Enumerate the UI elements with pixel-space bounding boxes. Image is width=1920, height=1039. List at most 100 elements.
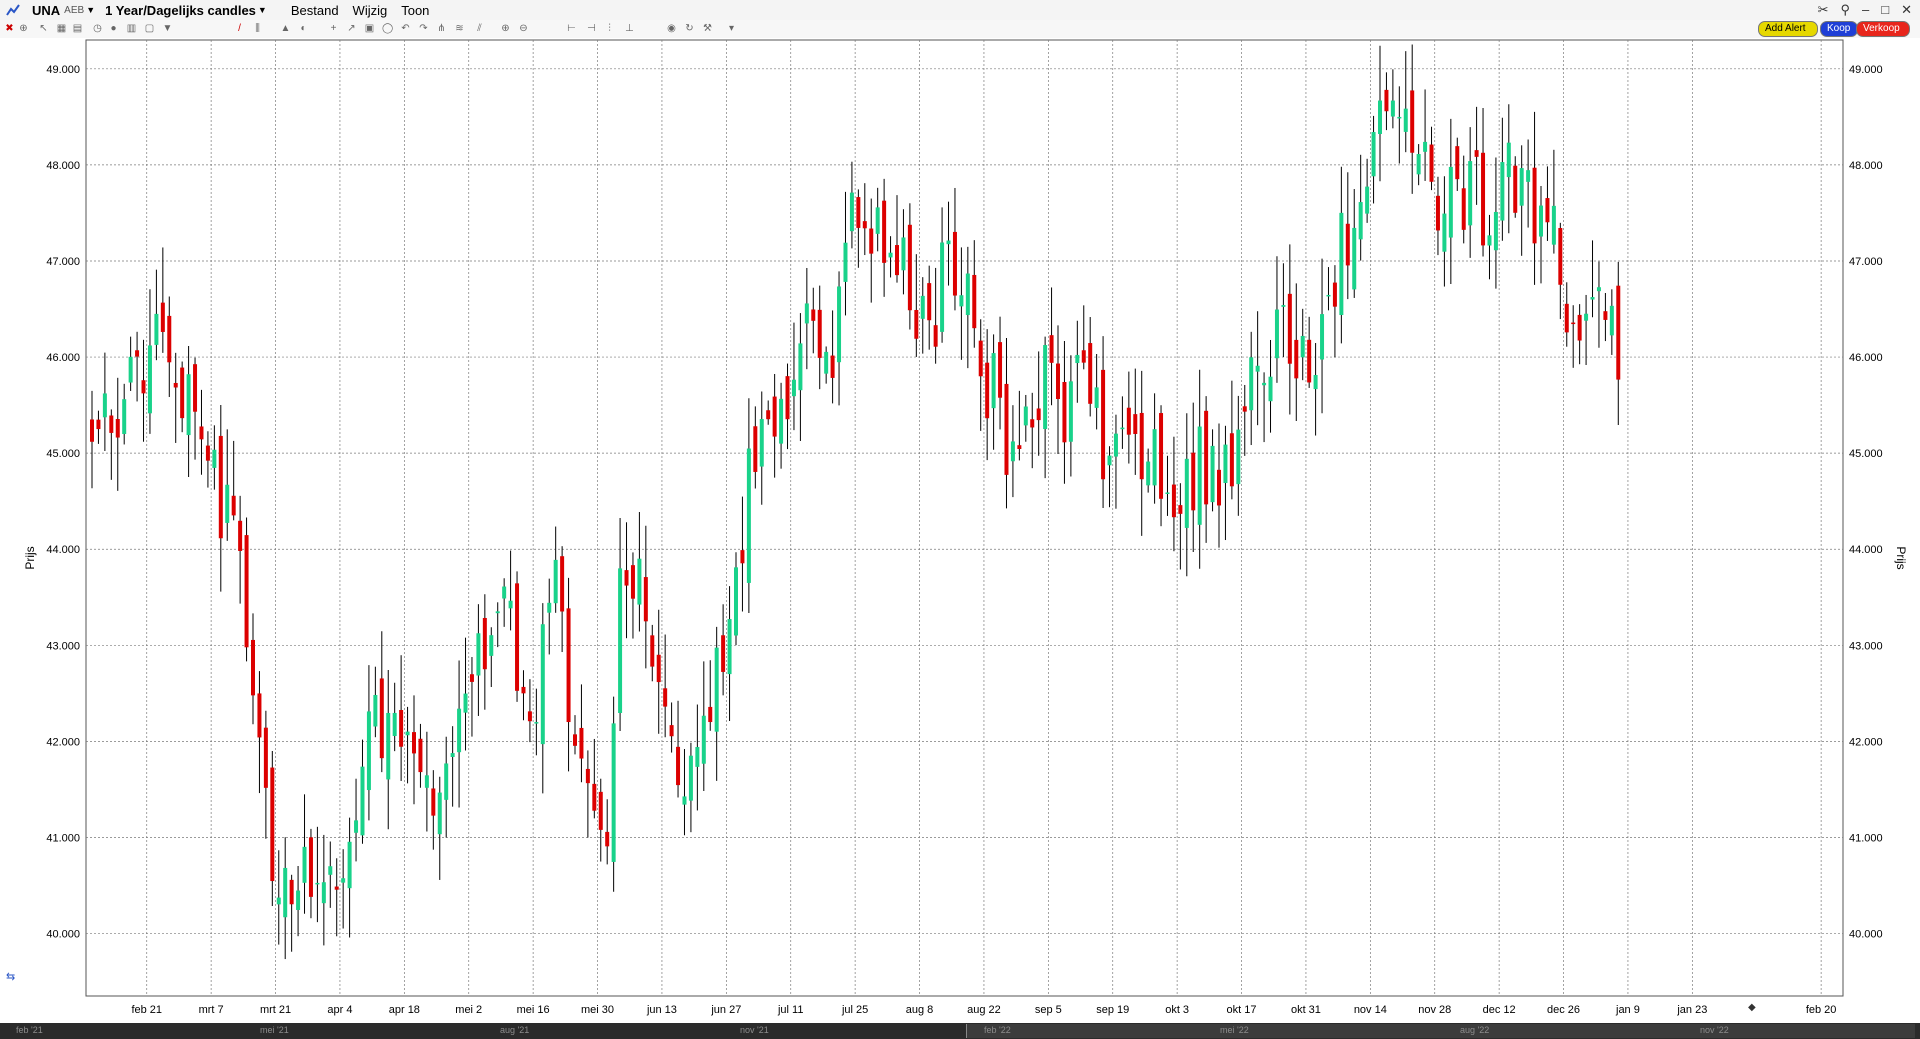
trend-icon[interactable]: ↗	[346, 23, 357, 34]
candle-body	[1390, 100, 1395, 117]
candle-body	[1287, 293, 1292, 364]
pin-icon[interactable]: ⚲	[1840, 2, 1850, 18]
y-axis-label-left: Prijs	[23, 546, 37, 569]
candle-body	[457, 708, 462, 753]
candle-body	[489, 635, 494, 656]
fibonacci-icon[interactable]: ≋	[454, 23, 465, 34]
sell-button[interactable]: Verkoop	[1856, 21, 1910, 37]
candle-body	[212, 449, 217, 468]
mountain-icon[interactable]: ▲	[280, 23, 291, 34]
column-icon[interactable]: ⊢	[566, 23, 577, 34]
timeline-navigator[interactable]: feb '21 mei '21 aug '21 nov '21 feb '22 …	[0, 1023, 1920, 1039]
filter-icon[interactable]: ▼	[162, 23, 173, 34]
candle-body	[1152, 429, 1157, 486]
candle-body	[444, 763, 449, 800]
wrench-icon[interactable]: ⚒	[702, 23, 713, 34]
candle-body	[244, 535, 249, 648]
x-tick-label: dec 12	[1483, 1004, 1516, 1016]
symbol-label[interactable]: UNA	[32, 3, 60, 18]
candle-body	[341, 878, 346, 883]
print-icon[interactable]: ▤	[72, 23, 83, 34]
pen-icon[interactable]: /	[234, 23, 245, 34]
palette-icon[interactable]: ◉	[666, 23, 677, 34]
candle-body	[1500, 162, 1505, 221]
exchange-label[interactable]: AEB	[64, 5, 84, 16]
bar-width-icon[interactable]: ⫶	[604, 23, 615, 34]
period-selector[interactable]: 1 Year/Dagelijks candles	[105, 3, 256, 18]
candle-body	[366, 711, 371, 791]
candle-body	[1468, 161, 1473, 226]
bars-icon[interactable]: ⫼	[252, 23, 263, 34]
candle-body	[1139, 412, 1144, 480]
candle-body	[1191, 452, 1196, 511]
x-tick-label: mei 30	[581, 1004, 614, 1016]
period-dropdown-icon[interactable]: ▼	[258, 5, 267, 15]
undo-icon[interactable]: ↶	[400, 23, 411, 34]
side-handle-icon[interactable]: ⇆	[6, 971, 15, 983]
candle-body	[463, 693, 468, 713]
window-icon[interactable]: ▢	[144, 23, 155, 34]
redo-icon[interactable]: ↷	[418, 23, 429, 34]
layout-icon[interactable]: ▥	[126, 23, 137, 34]
candle-body	[534, 722, 539, 724]
split-icon[interactable]: ⊣	[586, 23, 597, 34]
navigator-label: feb '22	[984, 1025, 1011, 1035]
candle-body	[1126, 407, 1131, 435]
scale-icon[interactable]: ⊥	[624, 23, 635, 34]
candle-body	[1229, 433, 1234, 487]
symbol-dropdown-icon[interactable]: ▼	[86, 5, 95, 15]
candle-body	[721, 635, 726, 672]
candle-body	[115, 419, 120, 438]
menu-bestand[interactable]: Bestand	[291, 3, 339, 18]
navigator-thumb[interactable]	[966, 1024, 1915, 1038]
link-icon[interactable]: ✂	[1818, 2, 1829, 18]
candle-body	[527, 711, 532, 722]
ellipse-icon[interactable]: ◯	[382, 23, 393, 34]
x-tick-label: nov 28	[1418, 1004, 1451, 1016]
scroll-arrow-icon[interactable]: ◆	[1748, 1002, 1756, 1013]
candle-body	[585, 768, 590, 784]
candle-body	[798, 343, 803, 391]
buy-button[interactable]: Koop	[1820, 21, 1858, 37]
refresh-icon[interactable]: ↻	[684, 23, 695, 34]
circle-icon[interactable]: ●	[108, 23, 119, 34]
candle-body	[1036, 408, 1041, 421]
candle-body	[1493, 211, 1498, 251]
candle-body	[1307, 339, 1312, 383]
menu-wijzig[interactable]: Wijzig	[353, 3, 388, 18]
candle-body	[824, 351, 829, 374]
more-icon[interactable]: ▾	[726, 23, 737, 34]
pointer-icon[interactable]: ↖	[38, 23, 49, 34]
menu-toon[interactable]: Toon	[401, 3, 429, 18]
zoom-out-icon[interactable]: ⊖	[518, 23, 529, 34]
grid-icon[interactable]: ▦	[56, 23, 67, 34]
channel-icon[interactable]: ⫽	[474, 23, 485, 34]
price-chart[interactable]: 49.000 48.000 47.000 46.000 45.000 44.000 43.0…	[0, 38, 1920, 1023]
candle-body	[1442, 213, 1447, 252]
candle-body	[218, 435, 223, 539]
maximize-icon[interactable]: □	[1881, 2, 1889, 18]
candle-body	[1519, 168, 1524, 206]
crosshair-icon[interactable]: ⊕	[18, 23, 29, 34]
candle-body	[766, 410, 771, 420]
zoom-in-icon[interactable]: ⊕	[500, 23, 511, 34]
candle-body	[450, 753, 455, 757]
candle-body	[849, 192, 854, 232]
line-tool-icon[interactable]: +	[328, 23, 339, 34]
clock-icon[interactable]: ◷	[92, 23, 103, 34]
x-tick-label: mrt 21	[260, 1004, 291, 1016]
minimize-icon[interactable]: –	[1862, 2, 1869, 18]
fork-icon[interactable]: ⋔	[436, 23, 447, 34]
y-tick-label: 42.000	[1849, 736, 1883, 748]
candle-body	[791, 379, 796, 397]
gauge-icon[interactable]: ◐	[298, 23, 309, 34]
y-axis-label-right: Prijs	[1894, 546, 1908, 569]
close-chart-icon[interactable]: ✖	[4, 23, 15, 34]
candle-body	[1384, 89, 1389, 112]
box-icon[interactable]: ▣	[364, 23, 375, 34]
close-icon[interactable]: ✕	[1901, 2, 1912, 18]
candle-body	[1113, 433, 1118, 457]
candle-body	[1249, 357, 1254, 411]
candle-body	[1423, 141, 1428, 152]
add-alert-button[interactable]: Add Alert	[1758, 21, 1818, 37]
